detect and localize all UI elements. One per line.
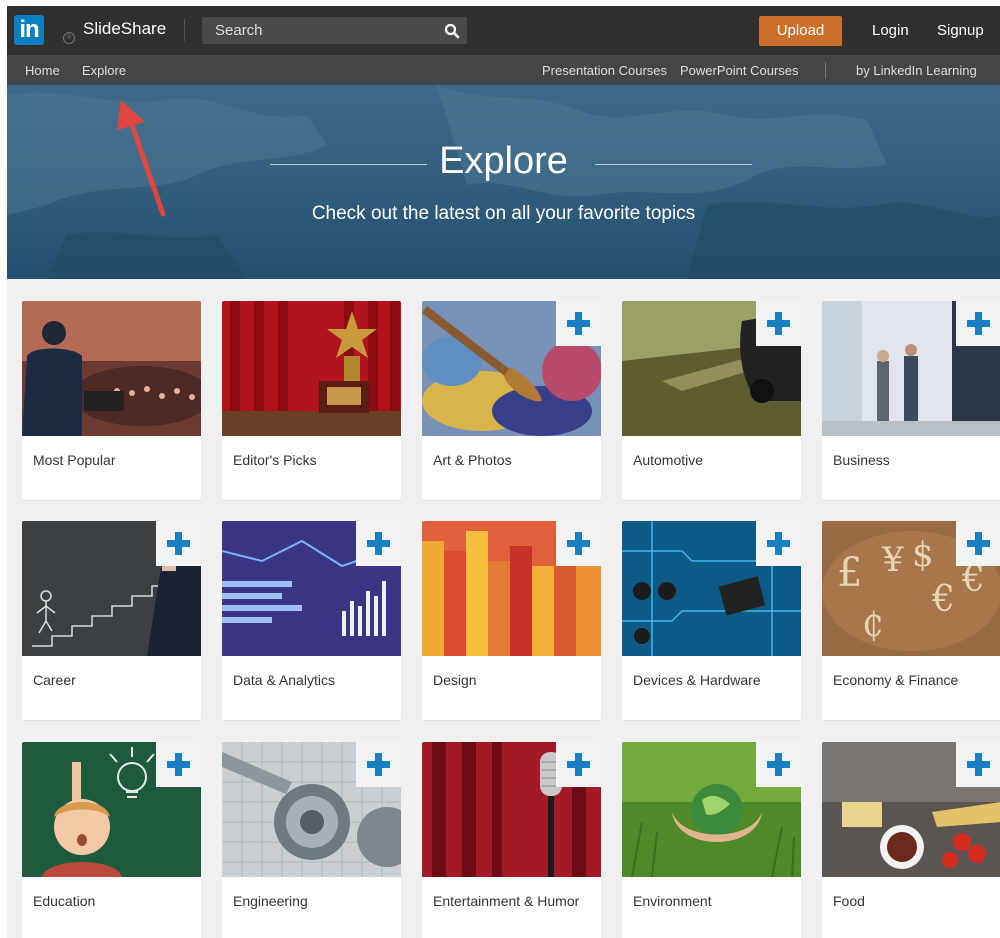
- category-card-art-photos[interactable]: Art & Photos: [422, 301, 601, 500]
- top-navigation-bar: in ® SlideShare Upload Login Signup: [7, 6, 1000, 55]
- category-label: Art & Photos: [433, 452, 512, 468]
- login-link[interactable]: Login: [872, 22, 909, 39]
- svg-text:£: £: [837, 550, 862, 596]
- follow-category-button[interactable]: [556, 742, 601, 787]
- plus-icon: [367, 532, 390, 555]
- trophy-photo: [222, 301, 401, 436]
- category-card-food[interactable]: Food: [822, 742, 1000, 938]
- presentation-photo: [22, 301, 201, 436]
- plus-icon: [967, 312, 990, 335]
- search-icon[interactable]: [444, 23, 460, 39]
- brand-name[interactable]: SlideShare: [83, 19, 166, 39]
- category-label: Food: [833, 893, 865, 909]
- follow-category-button[interactable]: [756, 742, 801, 787]
- category-label: Data & Analytics: [233, 672, 335, 688]
- linkedin-learning-link[interactable]: by LinkedIn Learning: [856, 63, 977, 78]
- svg-text:$: $: [912, 535, 934, 575]
- category-label: Business: [833, 452, 890, 468]
- registered-mark-icon: ®: [63, 32, 75, 44]
- svg-text:€: €: [931, 579, 955, 620]
- category-label: Engineering: [233, 893, 308, 909]
- search-box: [202, 17, 467, 44]
- category-label: Devices & Hardware: [633, 672, 761, 688]
- plus-icon: [967, 753, 990, 776]
- divider: [825, 62, 826, 79]
- plus-icon: [767, 753, 790, 776]
- category-label: Entertainment & Humor: [433, 893, 580, 909]
- hero-title-rule-right: [595, 164, 752, 165]
- plus-icon: [567, 753, 590, 776]
- home-link[interactable]: Home: [25, 63, 60, 78]
- category-card-entertainment-humor[interactable]: Entertainment & Humor: [422, 742, 601, 938]
- plus-icon: [167, 532, 190, 555]
- category-card-engineering[interactable]: Engineering: [222, 742, 401, 938]
- signup-link[interactable]: Signup: [937, 22, 984, 39]
- follow-category-button[interactable]: [156, 742, 201, 787]
- category-card-business[interactable]: Business: [822, 301, 1000, 500]
- follow-category-button[interactable]: [356, 521, 401, 566]
- category-label: Education: [33, 893, 96, 909]
- plus-icon: [567, 532, 590, 555]
- svg-text:¥: ¥: [881, 540, 904, 580]
- follow-category-button[interactable]: [956, 301, 1000, 346]
- explore-link[interactable]: Explore: [82, 63, 126, 78]
- svg-text:₵: ₵: [862, 605, 884, 645]
- page: in ® SlideShare Upload Login Signup Home…: [7, 6, 1000, 938]
- search-input[interactable]: [202, 17, 435, 44]
- category-card-design[interactable]: Design: [422, 521, 601, 720]
- follow-category-button[interactable]: [556, 301, 601, 346]
- divider: [184, 19, 185, 41]
- category-label: Economy & Finance: [833, 672, 959, 688]
- category-label: Most Popular: [33, 452, 116, 468]
- follow-category-button[interactable]: [156, 521, 201, 566]
- category-card-most-popular[interactable]: Most Popular: [22, 301, 201, 500]
- plus-icon: [967, 532, 990, 555]
- follow-category-button[interactable]: [756, 301, 801, 346]
- category-label: Design: [433, 672, 477, 688]
- category-card-career[interactable]: Career: [22, 521, 201, 720]
- plus-icon: [567, 312, 590, 335]
- category-card-economy-finance[interactable]: £ ¥ $ € ₵ € Economy & Finance: [822, 521, 1000, 720]
- category-card-editors-picks[interactable]: Editor's Picks: [222, 301, 401, 500]
- category-label: Editor's Picks: [233, 452, 317, 468]
- follow-category-button[interactable]: [356, 742, 401, 787]
- plus-icon: [767, 532, 790, 555]
- category-card-education[interactable]: Education: [22, 742, 201, 938]
- annotation-arrow-icon: [117, 100, 166, 217]
- category-label: Career: [33, 672, 76, 688]
- powerpoint-courses-link[interactable]: PowerPoint Courses: [680, 63, 799, 78]
- plus-icon: [167, 753, 190, 776]
- follow-category-button[interactable]: [956, 521, 1000, 566]
- follow-category-button[interactable]: [956, 742, 1000, 787]
- upload-button[interactable]: Upload: [759, 16, 842, 46]
- follow-category-button[interactable]: [756, 521, 801, 566]
- secondary-navigation-bar: Home Explore Presentation Courses PowerP…: [7, 55, 1000, 85]
- category-card-devices-hardware[interactable]: Devices & Hardware: [622, 521, 801, 720]
- linkedin-logo-icon[interactable]: in: [14, 15, 44, 45]
- category-label: Automotive: [633, 452, 704, 468]
- presentation-courses-link[interactable]: Presentation Courses: [542, 63, 667, 78]
- category-card-automotive[interactable]: Automotive: [622, 301, 801, 500]
- follow-category-button[interactable]: [556, 521, 601, 566]
- category-label: Environment: [633, 893, 712, 909]
- plus-icon: [767, 312, 790, 335]
- category-card-data-analytics[interactable]: Data & Analytics: [222, 521, 401, 720]
- plus-icon: [367, 753, 390, 776]
- category-card-environment[interactable]: Environment: [622, 742, 801, 938]
